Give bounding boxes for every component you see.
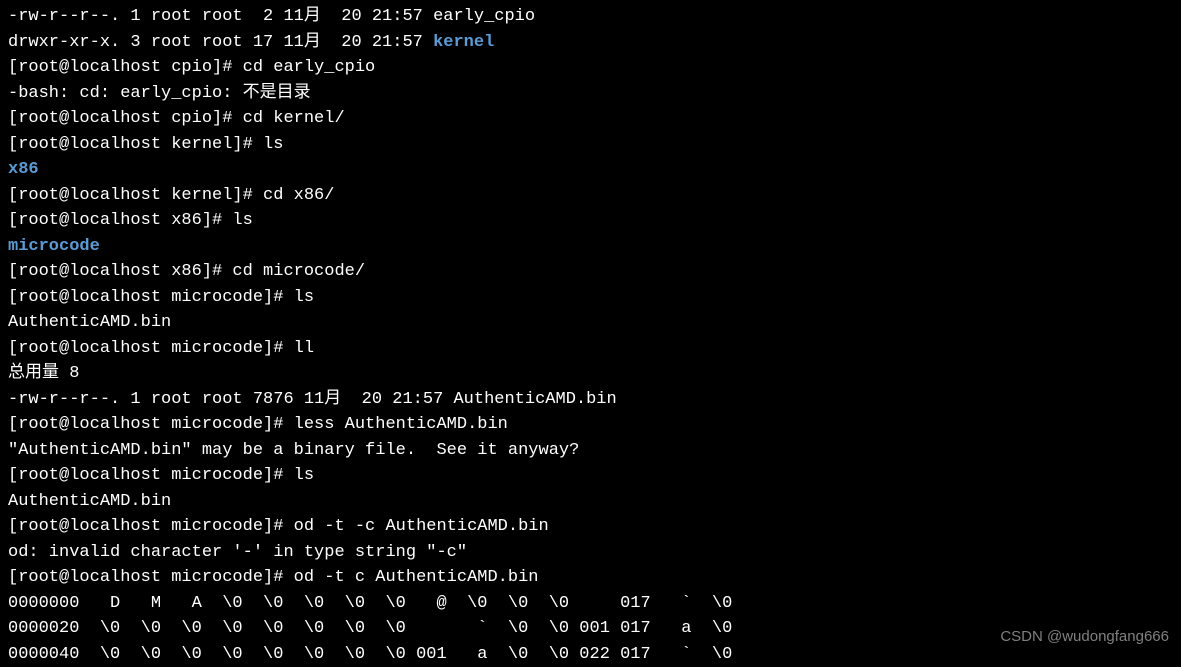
terminal-text: [root@localhost microcode]# ls	[8, 466, 314, 485]
terminal-line: x86	[8, 157, 1173, 183]
terminal-text: 0000020 \0 \0 \0 \0 \0 \0 \0 \0 ` \0 \0 …	[8, 619, 732, 638]
terminal-line: [root@localhost microcode]# ll	[8, 336, 1173, 362]
terminal-line: [root@localhost microcode]# less Authent…	[8, 412, 1173, 438]
terminal-text: AuthenticAMD.bin	[8, 492, 171, 511]
terminal-text: [root@localhost microcode]# ls	[8, 288, 314, 307]
terminal-text: [root@localhost x86]# ls	[8, 211, 253, 230]
terminal-line: [root@localhost microcode]# ls	[8, 463, 1173, 489]
terminal-text: [root@localhost microcode]# less Authent…	[8, 415, 508, 434]
terminal-line: 0000040 \0 \0 \0 \0 \0 \0 \0 \0 001 a \0…	[8, 642, 1173, 667]
terminal-line: -rw-r--r--. 1 root root 7876 11月 20 21:5…	[8, 387, 1173, 413]
terminal-line: [root@localhost x86]# cd microcode/	[8, 259, 1173, 285]
terminal-text: -rw-r--r--. 1 root root 7876 11月 20 21:5…	[8, 390, 617, 409]
terminal-text: 0000000 D M A \0 \0 \0 \0 \0 @ \0 \0 \0 …	[8, 594, 732, 613]
terminal-text: [root@localhost cpio]# cd kernel/	[8, 109, 345, 128]
terminal-line: microcode	[8, 234, 1173, 260]
terminal-line: [root@localhost kernel]# cd x86/	[8, 183, 1173, 209]
terminal-line: AuthenticAMD.bin	[8, 489, 1173, 515]
terminal-line: [root@localhost microcode]# od -t -c Aut…	[8, 514, 1173, 540]
terminal-text: "AuthenticAMD.bin" may be a binary file.…	[8, 441, 579, 460]
terminal-line: -rw-r--r--. 1 root root 2 11月 20 21:57 e…	[8, 4, 1173, 30]
terminal-text: -bash: cd: early_cpio: 不是目录	[8, 84, 311, 103]
terminal-text: drwxr-xr-x. 3 root root 17 11月 20 21:57	[8, 33, 433, 52]
terminal-text: 0000040 \0 \0 \0 \0 \0 \0 \0 \0 001 a \0…	[8, 645, 732, 664]
terminal-text: [root@localhost cpio]# cd early_cpio	[8, 58, 375, 77]
terminal-text: [root@localhost microcode]# od -t -c Aut…	[8, 517, 549, 536]
terminal-line: drwxr-xr-x. 3 root root 17 11月 20 21:57 …	[8, 30, 1173, 56]
terminal-line: [root@localhost x86]# ls	[8, 208, 1173, 234]
terminal-line: [root@localhost kernel]# ls	[8, 132, 1173, 158]
terminal-text: 总用量 8	[8, 364, 79, 383]
terminal-line: 0000000 D M A \0 \0 \0 \0 \0 @ \0 \0 \0 …	[8, 591, 1173, 617]
terminal-line: [root@localhost microcode]# ls	[8, 285, 1173, 311]
terminal-text: [root@localhost kernel]# cd x86/	[8, 186, 334, 205]
terminal-text: [root@localhost microcode]# ll	[8, 339, 314, 358]
directory-name: microcode	[8, 237, 100, 256]
terminal-line: 0000020 \0 \0 \0 \0 \0 \0 \0 \0 ` \0 \0 …	[8, 616, 1173, 642]
terminal-line: [root@localhost microcode]# od -t c Auth…	[8, 565, 1173, 591]
terminal-line: od: invalid character '-' in type string…	[8, 540, 1173, 566]
terminal-line: -bash: cd: early_cpio: 不是目录	[8, 81, 1173, 107]
terminal-line: "AuthenticAMD.bin" may be a binary file.…	[8, 438, 1173, 464]
terminal-text: [root@localhost kernel]# ls	[8, 135, 283, 154]
terminal-text: od: invalid character '-' in type string…	[8, 543, 467, 562]
terminal-text: [root@localhost microcode]# od -t c Auth…	[8, 568, 539, 587]
directory-name: x86	[8, 160, 39, 179]
terminal-text: AuthenticAMD.bin	[8, 313, 171, 332]
terminal-text: [root@localhost x86]# cd microcode/	[8, 262, 365, 281]
terminal-line: [root@localhost cpio]# cd kernel/	[8, 106, 1173, 132]
directory-name: kernel	[433, 33, 494, 52]
terminal-text: -rw-r--r--. 1 root root 2 11月 20 21:57 e…	[8, 7, 535, 26]
terminal-output[interactable]: -rw-r--r--. 1 root root 2 11月 20 21:57 e…	[8, 4, 1173, 667]
terminal-line: AuthenticAMD.bin	[8, 310, 1173, 336]
watermark: CSDN @wudongfang666	[1000, 626, 1169, 649]
terminal-line: 总用量 8	[8, 361, 1173, 387]
terminal-line: [root@localhost cpio]# cd early_cpio	[8, 55, 1173, 81]
